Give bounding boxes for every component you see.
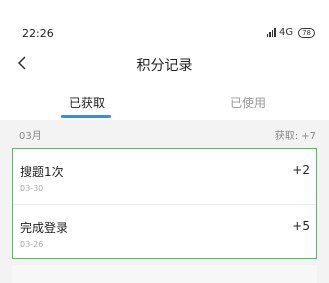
status-bar: 22:26 4G 78 — [0, 0, 329, 42]
record-item[interactable]: 完成登录 03-26 +5 — [13, 204, 316, 260]
status-indicators: 4G 78 — [266, 27, 315, 38]
month-label: 03月 — [19, 131, 42, 142]
active-tab-indicator — [61, 115, 111, 118]
tab-used[interactable]: 已使用 — [166, 94, 329, 111]
nav-bar: 积分记录 — [0, 46, 329, 80]
list-footer-strip — [12, 265, 317, 283]
month-summary: 获取: +7 — [274, 131, 316, 142]
record-item[interactable]: 搜题1次 03-30 +2 — [13, 149, 316, 204]
record-points: +5 — [292, 219, 310, 233]
record-points: +2 — [292, 163, 310, 177]
network-type: 4G — [278, 27, 294, 38]
month-header: 03月 获取: +7 — [0, 120, 329, 146]
record-date: 03-30 — [20, 184, 44, 193]
battery-icon: 78 — [298, 27, 315, 38]
status-time: 22:26 — [22, 27, 54, 40]
tab-bar: 已获取 已使用 — [0, 86, 329, 118]
record-date: 03-26 — [20, 240, 44, 249]
tab-earned[interactable]: 已获取 — [5, 94, 169, 111]
signal-icon — [266, 28, 276, 37]
record-list: 搜题1次 03-30 +2 完成登录 03-26 +5 — [12, 148, 317, 259]
record-name: 完成登录 — [20, 221, 69, 235]
record-name: 搜题1次 — [20, 165, 64, 179]
page-title: 积分记录 — [136, 58, 193, 74]
battery-level: 78 — [302, 28, 311, 37]
